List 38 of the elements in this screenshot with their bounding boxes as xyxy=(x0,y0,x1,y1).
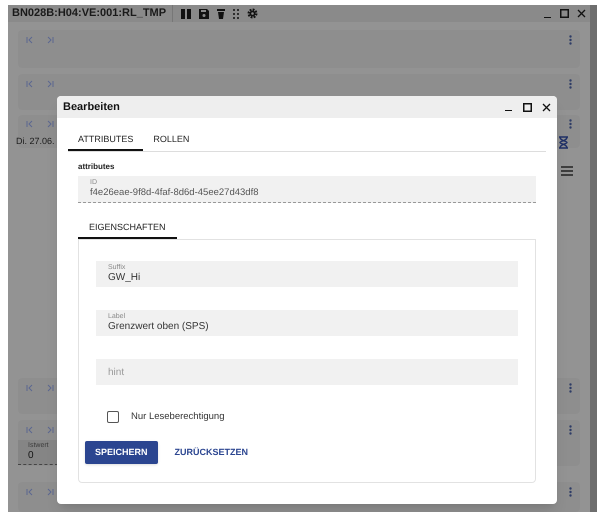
reset-button[interactable]: ZURÜCKSETZEN xyxy=(174,441,250,464)
menu-icon[interactable] xyxy=(561,166,573,176)
more-icon[interactable] xyxy=(569,425,572,435)
more-icon[interactable] xyxy=(569,79,572,89)
tab[interactable]: ATTRIBUTES xyxy=(68,130,144,151)
last-page-icon[interactable] xyxy=(46,36,54,44)
settings-icon[interactable] xyxy=(247,8,258,19)
more-icon[interactable] xyxy=(569,118,572,129)
more-icon[interactable] xyxy=(569,383,572,393)
first-page-icon[interactable] xyxy=(26,488,34,496)
maximize-icon[interactable] xyxy=(523,102,532,112)
tab[interactable]: EIGENSCHAFTEN xyxy=(78,219,177,239)
dialog-title: Bearbeiten xyxy=(63,100,120,115)
first-page-icon[interactable] xyxy=(26,36,34,44)
section-title: attributes xyxy=(78,161,116,173)
close-icon[interactable] xyxy=(542,102,551,112)
last-page-icon[interactable] xyxy=(46,426,54,434)
first-page-icon[interactable] xyxy=(26,80,34,88)
first-page-icon[interactable] xyxy=(26,120,34,128)
hourglass-icon[interactable] xyxy=(558,136,569,149)
window-title: BN028B:H04:VE:001:RL_TMP xyxy=(12,5,174,22)
first-page-icon[interactable] xyxy=(26,426,34,434)
checkbox-label: Nur Leseberechtigung xyxy=(131,410,224,424)
last-page-icon[interactable] xyxy=(46,488,54,496)
first-page-icon[interactable] xyxy=(26,384,34,392)
trash-icon[interactable] xyxy=(217,8,226,18)
save-button[interactable]: SPEICHERN xyxy=(85,441,158,464)
grid-dots-icon[interactable] xyxy=(233,8,240,18)
date-text: Di. 27.06. xyxy=(16,134,55,148)
tab[interactable]: ROLLEN xyxy=(143,130,200,151)
last-page-icon[interactable] xyxy=(46,120,54,128)
last-page-icon[interactable] xyxy=(46,80,54,88)
save-icon[interactable] xyxy=(199,8,210,18)
more-icon[interactable] xyxy=(569,35,572,45)
scrollbar[interactable] xyxy=(590,5,597,512)
checkbox[interactable] xyxy=(107,411,119,424)
more-icon[interactable] xyxy=(569,487,572,497)
last-page-icon[interactable] xyxy=(46,384,54,392)
